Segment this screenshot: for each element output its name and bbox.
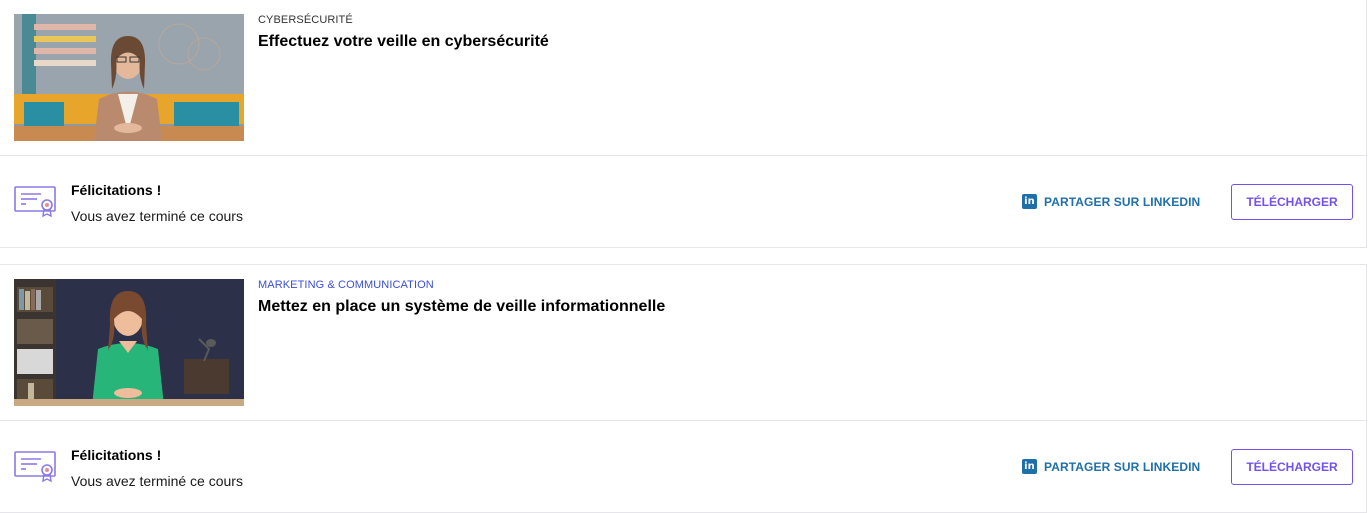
share-linkedin-label: PARTAGER SUR LINKEDIN xyxy=(1044,459,1201,474)
course-thumbnail[interactable] xyxy=(14,279,244,406)
certificate-heading: Félicitations ! xyxy=(71,182,162,198)
certificate-heading: Félicitations ! xyxy=(71,447,162,463)
share-linkedin-label: PARTAGER SUR LINKEDIN xyxy=(1044,194,1201,209)
share-linkedin-button[interactable]: in PARTAGER SUR LINKEDIN xyxy=(1022,459,1200,474)
certificate-icon xyxy=(14,184,56,218)
certificate-row: Félicitations ! Vous avez terminé ce cou… xyxy=(0,156,1366,248)
linkedin-icon: in xyxy=(1022,459,1037,474)
course-title[interactable]: Effectuez votre veille en cybersécurité xyxy=(258,33,549,51)
certificate-row: Félicitations ! Vous avez terminé ce cou… xyxy=(0,421,1366,513)
course-category: CYBERSÉCURITÉ xyxy=(258,14,353,26)
course-thumbnail[interactable] xyxy=(14,14,244,141)
linkedin-icon: in xyxy=(1022,194,1037,209)
course-card: CYBERSÉCURITÉ Effectuez votre veille en … xyxy=(0,0,1367,248)
certificate-message: Vous avez terminé ce cours xyxy=(71,208,243,224)
share-linkedin-button[interactable]: in PARTAGER SUR LINKEDIN xyxy=(1022,194,1200,209)
course-title[interactable]: Mettez en place un système de veille inf… xyxy=(258,298,665,316)
course-header: MARKETING & COMMUNICATION Mettez en plac… xyxy=(0,265,1366,421)
download-certificate-button[interactable]: TÉLÉCHARGER xyxy=(1231,449,1353,485)
download-certificate-button[interactable]: TÉLÉCHARGER xyxy=(1231,184,1353,220)
course-category: MARKETING & COMMUNICATION xyxy=(258,279,434,291)
certificate-message: Vous avez terminé ce cours xyxy=(71,473,243,489)
certificate-icon xyxy=(14,449,56,483)
course-card: MARKETING & COMMUNICATION Mettez en plac… xyxy=(0,264,1367,513)
course-header: CYBERSÉCURITÉ Effectuez votre veille en … xyxy=(0,0,1366,156)
